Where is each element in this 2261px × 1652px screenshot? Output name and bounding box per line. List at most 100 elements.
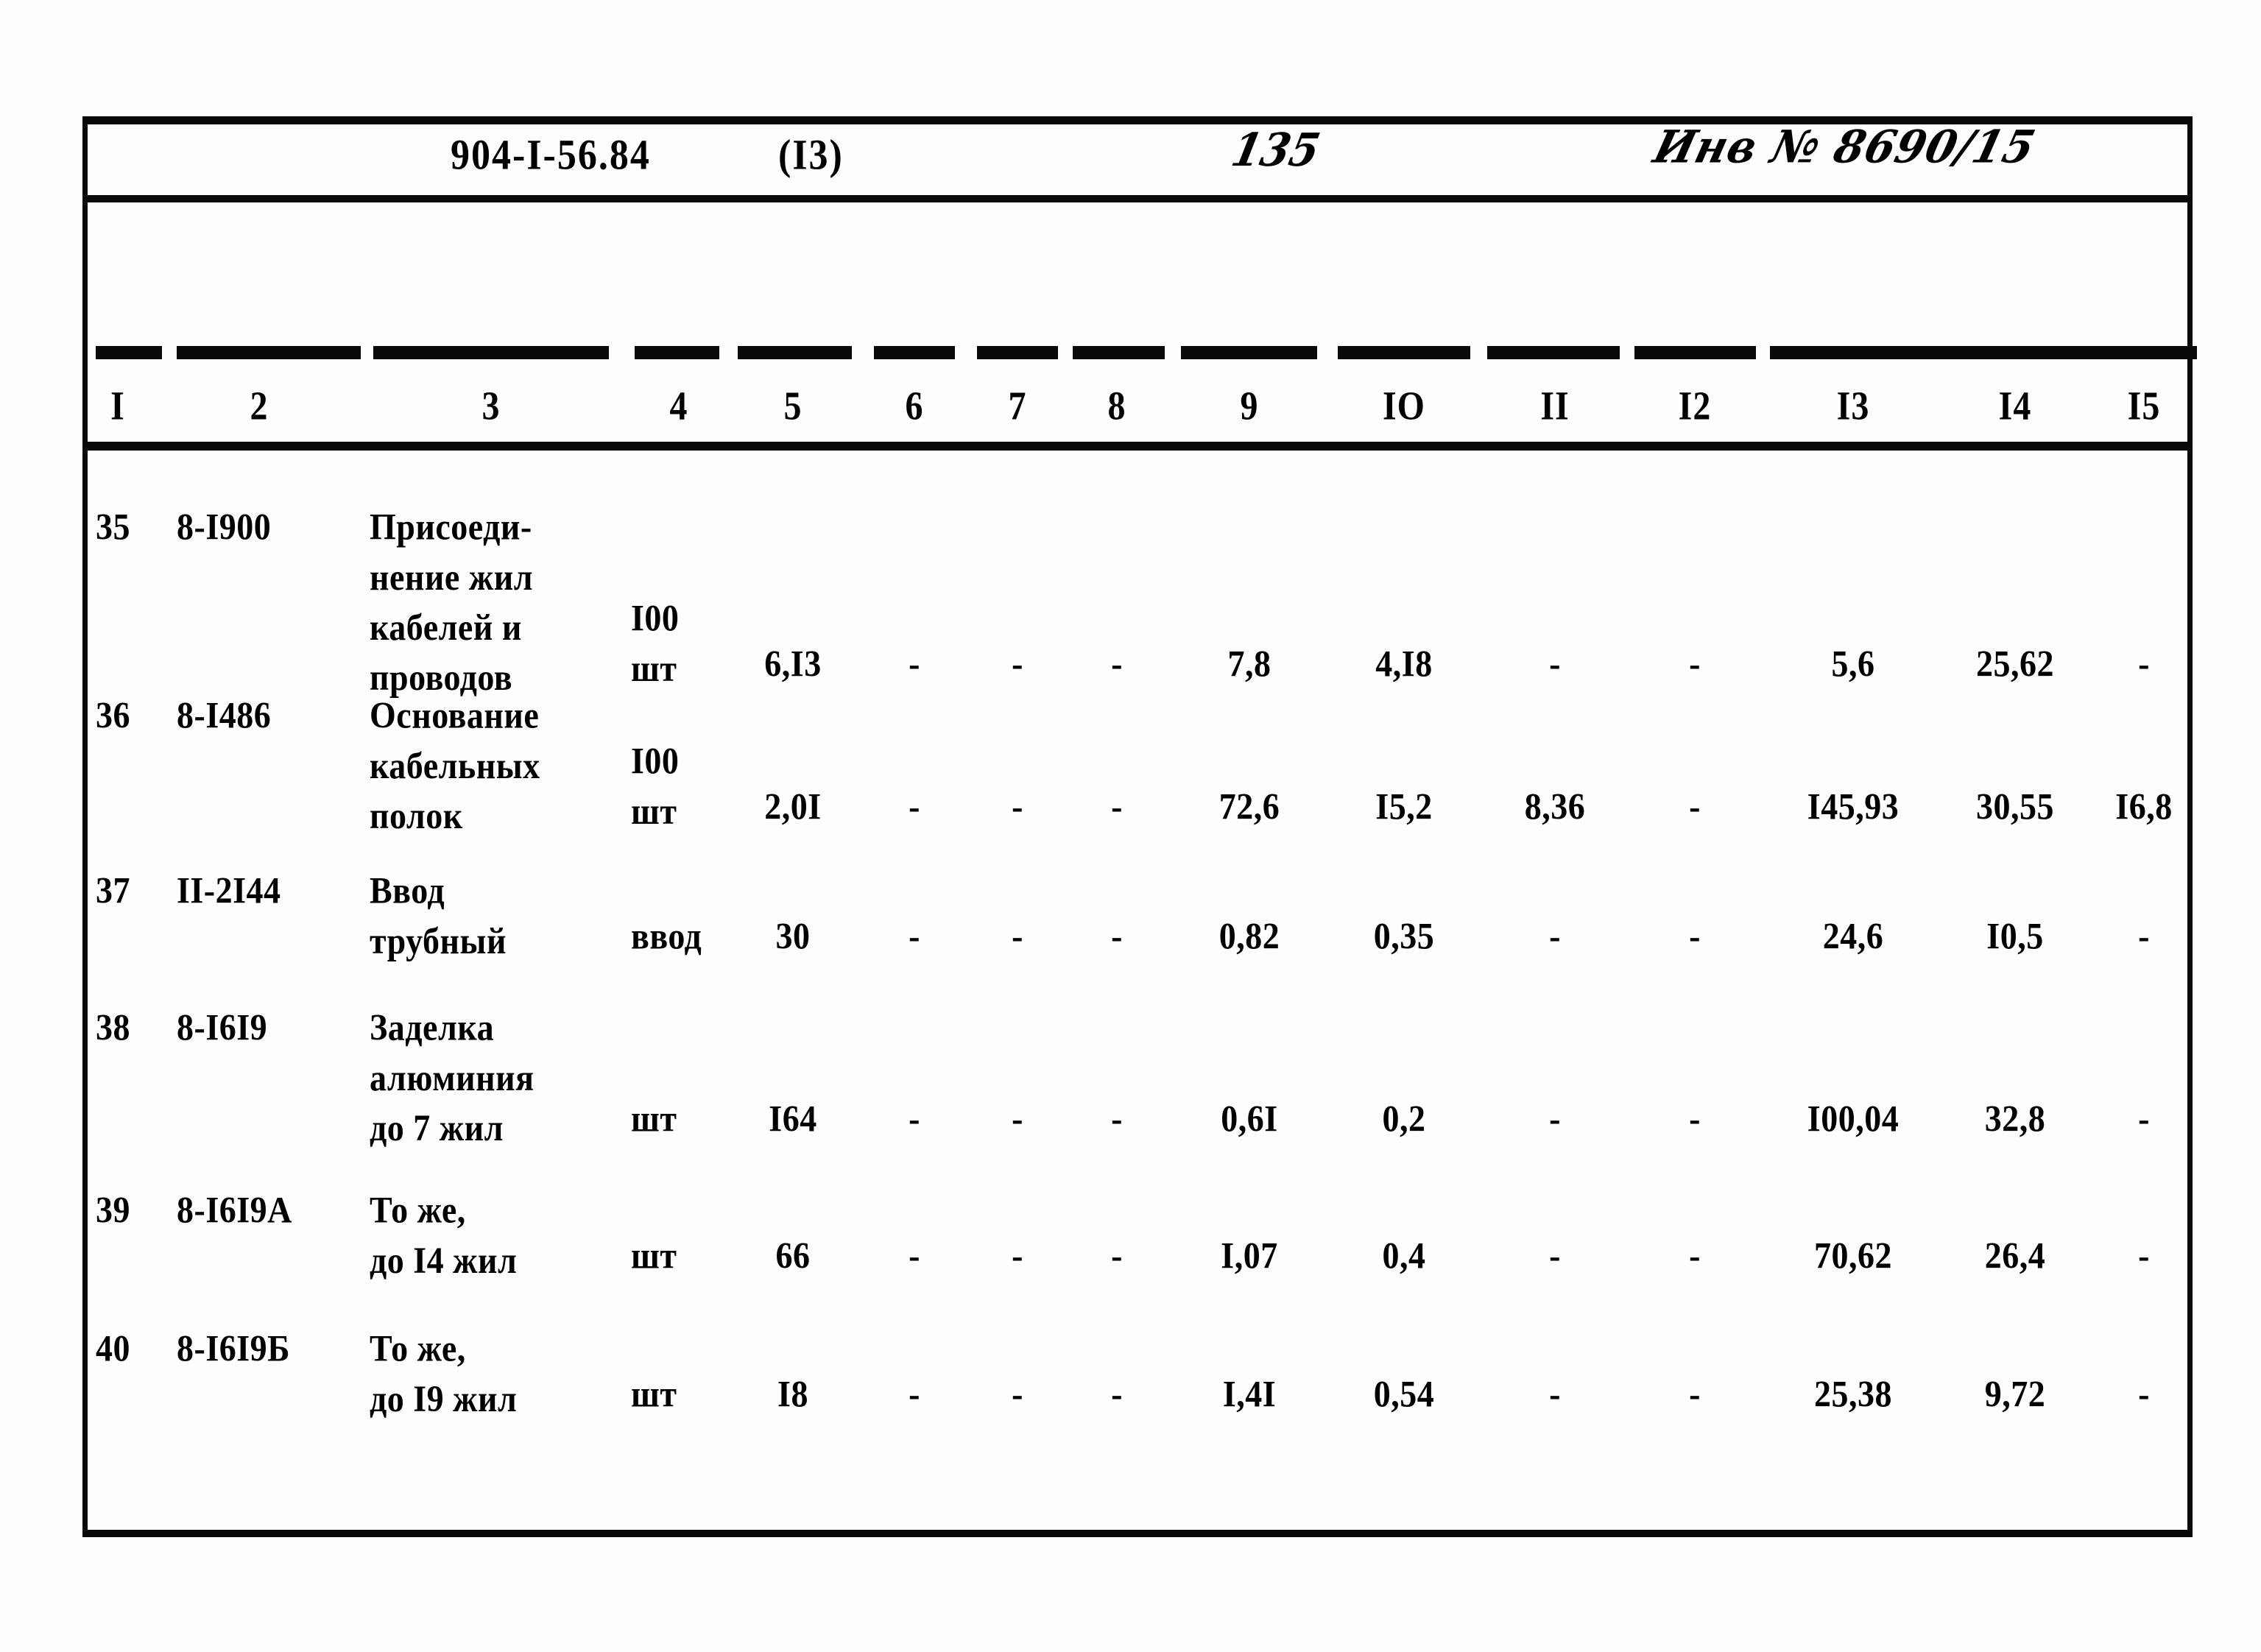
column-header-I: I <box>110 384 125 429</box>
column-separator-dash-14 <box>1932 346 2098 359</box>
cell-c3: Присоеди- нение жил кабелей и проводов <box>370 506 534 699</box>
cell-c3: Основание кабельных полок <box>370 694 540 837</box>
column-separator-dash-9 <box>1181 346 1317 359</box>
cell-c7: - <box>1012 1098 1023 1140</box>
cell-c9: 0,6I <box>1221 1098 1278 1140</box>
cell-c12: - <box>1689 643 1701 685</box>
cell-c10: I5,2 <box>1375 786 1433 827</box>
cell-c6: - <box>909 786 920 827</box>
cell-c14: 30,55 <box>1976 786 2054 827</box>
cell-c10: 4,I8 <box>1375 643 1433 685</box>
cell-c4: ввод <box>631 915 702 957</box>
cell-c2: 8-I6I9 <box>177 1006 268 1048</box>
cell-c8: - <box>1111 915 1123 957</box>
cell-c6: - <box>909 1098 920 1140</box>
cell-c3: То же, до I4 жил <box>370 1189 518 1281</box>
column-header-I3: I3 <box>1836 384 1870 429</box>
column-separator-dash-2 <box>177 346 361 359</box>
cell-c2: 8-I486 <box>177 694 272 736</box>
cell-c4: шт <box>631 1373 677 1415</box>
cell-c15: - <box>2138 643 2150 685</box>
cell-c2: 8-I6I9Б <box>177 1327 291 1369</box>
cell-c1: 35 <box>96 506 130 548</box>
cell-c13: I45,93 <box>1807 786 1900 827</box>
cell-c7: - <box>1012 1235 1023 1277</box>
cell-c11: - <box>1549 643 1561 685</box>
cell-c4: шт <box>631 1098 677 1140</box>
page-header: 904-I-56.84 (I3) 135 Инв № 8690/15 <box>82 121 2193 200</box>
cell-c5: 30 <box>775 915 811 957</box>
column-separator-dash-15 <box>2087 346 2197 359</box>
cell-c5: 66 <box>775 1235 811 1277</box>
page-number-handwritten: 135 <box>1227 124 1324 177</box>
cell-c15: I6,8 <box>2115 786 2173 827</box>
cell-c15: - <box>2138 1373 2150 1415</box>
cell-c14: I0,5 <box>1986 915 2044 957</box>
cell-c3: Заделка алюминия до 7 жил <box>370 1006 535 1149</box>
cell-c4: шт <box>631 1235 677 1277</box>
cell-c11: - <box>1549 1235 1561 1277</box>
inventory-number-handwritten: Инв № 8690/15 <box>1648 121 2041 174</box>
column-number-bottom-rule <box>82 442 2190 451</box>
column-separator-dashes <box>82 346 2197 362</box>
column-separator-dash-1 <box>96 346 162 359</box>
cell-c7: - <box>1012 1373 1023 1415</box>
cell-c11: - <box>1549 1373 1561 1415</box>
frame-bottom-rule <box>82 1530 2193 1537</box>
cell-c12: - <box>1689 1235 1701 1277</box>
cell-c8: - <box>1111 1235 1123 1277</box>
column-header-7: 7 <box>1008 384 1027 429</box>
cell-c10: 0,54 <box>1373 1373 1435 1415</box>
cell-c12: - <box>1689 1373 1701 1415</box>
cell-c2: 8-I900 <box>177 506 272 548</box>
cell-c10: 0,2 <box>1382 1098 1426 1140</box>
cell-c12: - <box>1689 786 1701 827</box>
cell-c14: 32,8 <box>1984 1098 2046 1140</box>
cell-c11: - <box>1549 915 1561 957</box>
cell-c5: I8 <box>777 1373 808 1415</box>
cell-c9: 7,8 <box>1227 643 1271 685</box>
cell-c8: - <box>1111 643 1123 685</box>
cell-c1: 37 <box>96 869 130 911</box>
cell-c9: I,4I <box>1222 1373 1277 1415</box>
column-separator-dash-10 <box>1338 346 1470 359</box>
cell-c13: 25,38 <box>1814 1373 1892 1415</box>
cell-c2: 8-I6I9А <box>177 1189 292 1231</box>
column-header-9: 9 <box>1240 384 1259 429</box>
cell-c13: I00,04 <box>1807 1098 1900 1140</box>
document-page: 904-I-56.84 (I3) 135 Инв № 8690/15 I2345… <box>0 0 2261 1652</box>
column-header-I5: I5 <box>2127 384 2161 429</box>
cell-c3: Ввод трубный <box>370 869 507 961</box>
cell-c8: - <box>1111 786 1123 827</box>
cell-c6: - <box>909 643 920 685</box>
column-separator-dash-6 <box>874 346 955 359</box>
cell-c6: - <box>909 1373 920 1415</box>
cell-c4: I00 шт <box>631 597 680 689</box>
column-separator-dash-4 <box>635 346 719 359</box>
cell-c5: I64 <box>769 1098 817 1140</box>
cell-c1: 40 <box>96 1327 130 1369</box>
cell-c15: - <box>2138 1098 2150 1140</box>
cell-c10: 0,4 <box>1382 1235 1426 1277</box>
column-separator-dash-3 <box>373 346 609 359</box>
cell-c9: 72,6 <box>1218 786 1280 827</box>
column-separator-dash-5 <box>738 346 852 359</box>
column-separator-dash-8 <box>1073 346 1165 359</box>
column-separator-dash-12 <box>1634 346 1756 359</box>
cell-c1: 38 <box>96 1006 130 1048</box>
cell-c3: То же, до I9 жил <box>370 1327 518 1419</box>
cell-c11: - <box>1549 1098 1561 1140</box>
cell-c6: - <box>909 1235 920 1277</box>
cell-c15: - <box>2138 915 2150 957</box>
cell-c13: 70,62 <box>1814 1235 1892 1277</box>
column-separator-dash-11 <box>1487 346 1620 359</box>
cell-c14: 9,72 <box>1984 1373 2046 1415</box>
document-code: 904-I-56.84 <box>451 132 651 179</box>
document-variant: (I3) <box>778 132 844 179</box>
cell-c1: 36 <box>96 694 130 736</box>
cell-c6: - <box>909 915 920 957</box>
cell-c7: - <box>1012 786 1023 827</box>
column-header-2: 2 <box>250 384 269 429</box>
cell-c11: 8,36 <box>1524 786 1586 827</box>
column-header-I2: I2 <box>1678 384 1712 429</box>
